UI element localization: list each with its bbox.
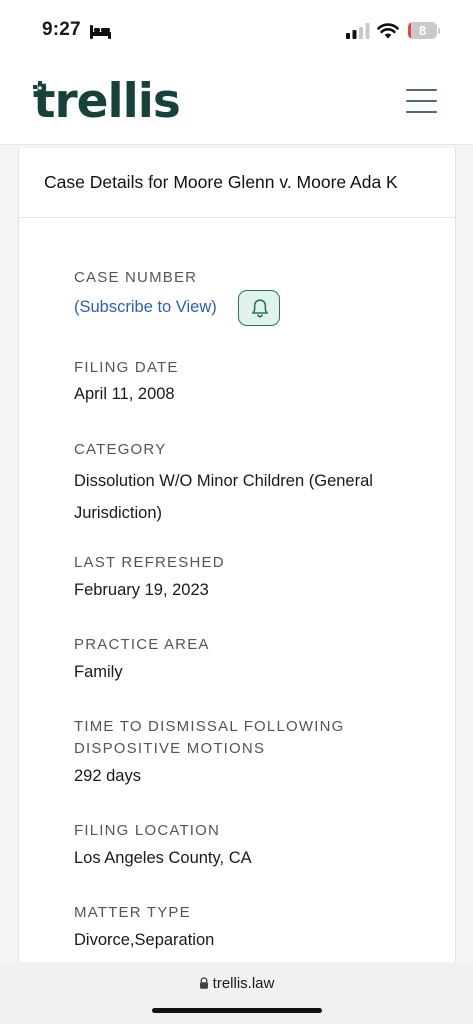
matter-type-label: MATTER TYPE xyxy=(74,904,191,921)
status-time: 9:27 xyxy=(42,19,81,40)
status-bar: 9:27 8 xyxy=(0,0,473,62)
divider xyxy=(19,217,455,218)
bell-icon xyxy=(252,299,268,318)
filing-date-label: FILING DATE xyxy=(74,359,179,376)
menu-icon[interactable] xyxy=(406,89,438,113)
filing-location-value: Los Angeles County, CA xyxy=(74,849,252,867)
subscribe-to-view-link[interactable]: (Subscribe to View) xyxy=(74,296,217,318)
category-value: Dissolution W/O Minor Children (General … xyxy=(74,472,373,522)
time-to-dismissal-value: 292 days xyxy=(74,767,141,785)
practice-area-value: Family xyxy=(74,663,123,681)
battery-level: 8 xyxy=(418,23,427,38)
practice-area-label: PRACTICE AREA xyxy=(74,636,210,653)
case-details-card: Case Details for Moore Glenn v. Moore Ad… xyxy=(18,148,456,968)
page-title: Case Details for Moore Glenn v. Moore Ad… xyxy=(44,172,398,192)
case-number-label: CASE NUMBER xyxy=(74,269,198,286)
trellis-logo[interactable]: trellis xyxy=(33,74,181,129)
filing-location-label: FILING LOCATION xyxy=(74,822,221,839)
filing-date-value: April 11, 2008 xyxy=(74,385,175,403)
logo-grid-icon xyxy=(33,81,46,91)
last-refreshed-value: February 19, 2023 xyxy=(74,581,209,599)
notification-bell-button[interactable] xyxy=(238,290,280,326)
logo-wordmark: trellis xyxy=(33,74,181,129)
last-refreshed-label: LAST REFRESHED xyxy=(74,554,225,571)
cellular-signal-icon xyxy=(346,23,370,39)
lock-icon xyxy=(199,977,208,989)
url-display[interactable]: trellis.law xyxy=(0,975,473,992)
matter-type-value: Divorce,Separation xyxy=(74,931,215,949)
home-indicator[interactable] xyxy=(152,1008,322,1013)
battery-icon: 8 xyxy=(408,22,440,39)
site-header: trellis xyxy=(0,62,473,145)
wifi-icon xyxy=(377,23,399,39)
category-label: CATEGORY xyxy=(74,441,167,458)
browser-address-bar[interactable]: trellis.law xyxy=(0,962,473,1024)
time-to-dismissal-label: TIME TO DISMISSAL FOLLOWING DISPOSITIVE … xyxy=(74,718,345,757)
url-text: trellis.law xyxy=(212,975,275,992)
bed-icon xyxy=(90,25,111,39)
